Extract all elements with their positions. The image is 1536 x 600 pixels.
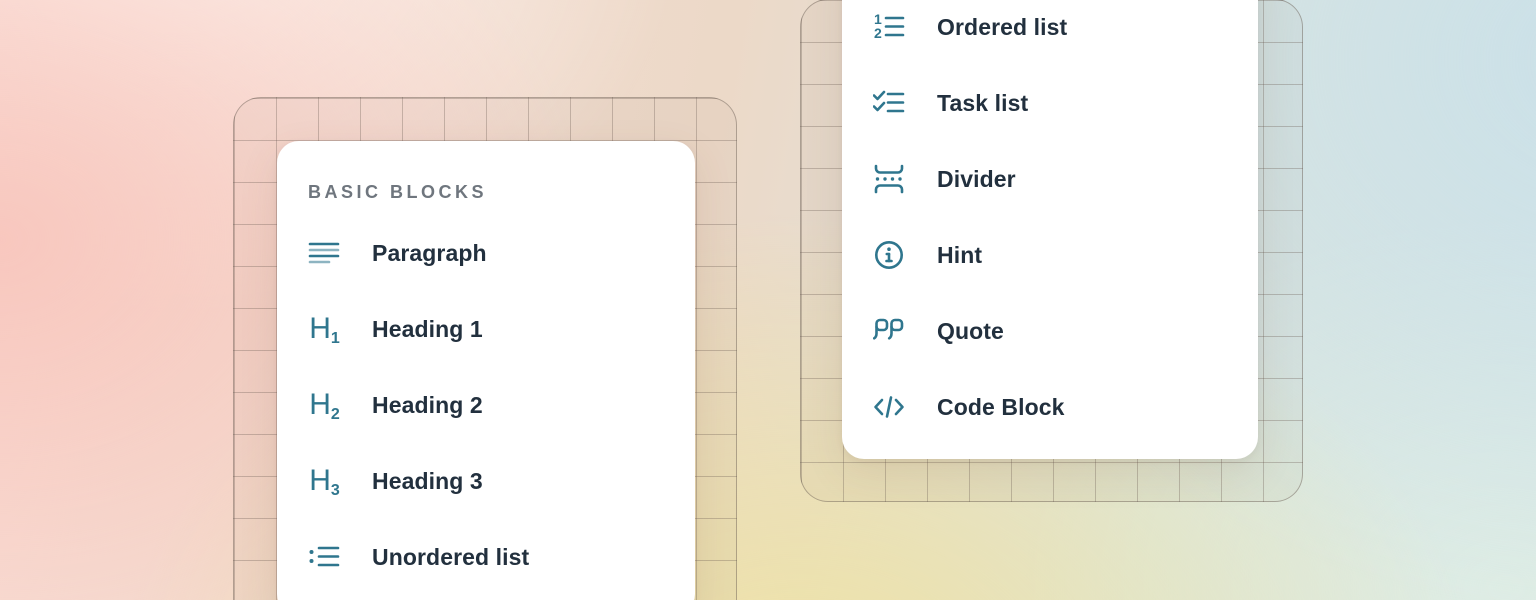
menu-item-label: Heading 2 bbox=[372, 392, 483, 419]
menu-item-label: Heading 3 bbox=[372, 468, 483, 495]
menu-item-heading-2[interactable]: H2 Heading 2 bbox=[277, 367, 695, 443]
block-picker-screenshot: { "colors": { "accent": "#2F768E", "item… bbox=[0, 0, 1536, 600]
menu-item-heading-1[interactable]: H1 Heading 1 bbox=[277, 291, 695, 367]
unordered-list-icon bbox=[308, 541, 340, 573]
menu-item-unordered-list[interactable]: Unordered list bbox=[277, 519, 695, 595]
menu-item-label: Ordered list bbox=[937, 14, 1067, 41]
menu-item-divider[interactable]: Divider bbox=[842, 141, 1258, 217]
heading-1-icon: H1 bbox=[308, 313, 340, 345]
menu-item-label: Quote bbox=[937, 318, 1004, 345]
menu-item-heading-3[interactable]: H3 Heading 3 bbox=[277, 443, 695, 519]
menu-item-hint[interactable]: Hint bbox=[842, 217, 1258, 293]
menu-item-task-list[interactable]: Task list bbox=[842, 65, 1258, 141]
section-title: BASIC BLOCKS bbox=[308, 179, 695, 205]
advanced-blocks-menu: 1 2 Ordered list Task list bbox=[842, 0, 1258, 459]
svg-text:2: 2 bbox=[874, 25, 882, 41]
menu-item-quote[interactable]: Quote bbox=[842, 293, 1258, 369]
heading-3-icon: H3 bbox=[308, 465, 340, 497]
heading-2-icon: H2 bbox=[308, 389, 340, 421]
menu-item-label: Divider bbox=[937, 166, 1016, 193]
menu-item-label: Unordered list bbox=[372, 544, 529, 571]
paragraph-icon bbox=[308, 237, 340, 269]
ordered-list-icon: 1 2 bbox=[873, 11, 905, 43]
menu-item-label: Task list bbox=[937, 90, 1028, 117]
menu-item-ordered-list[interactable]: 1 2 Ordered list bbox=[842, 0, 1258, 65]
hint-icon bbox=[873, 239, 905, 271]
menu-item-label: Code Block bbox=[937, 394, 1065, 421]
menu-item-label: Heading 1 bbox=[372, 316, 483, 343]
menu-item-paragraph[interactable]: Paragraph bbox=[277, 215, 695, 291]
menu-item-label: Hint bbox=[937, 242, 982, 269]
task-list-icon bbox=[873, 87, 905, 119]
code-block-icon bbox=[873, 391, 905, 423]
basic-blocks-menu: BASIC BLOCKS Paragraph H1 Heading 1 H2 H… bbox=[277, 141, 695, 600]
quote-icon bbox=[873, 315, 905, 347]
menu-item-label: Paragraph bbox=[372, 240, 487, 267]
divider-icon bbox=[873, 163, 905, 195]
menu-item-code-block[interactable]: Code Block bbox=[842, 369, 1258, 445]
